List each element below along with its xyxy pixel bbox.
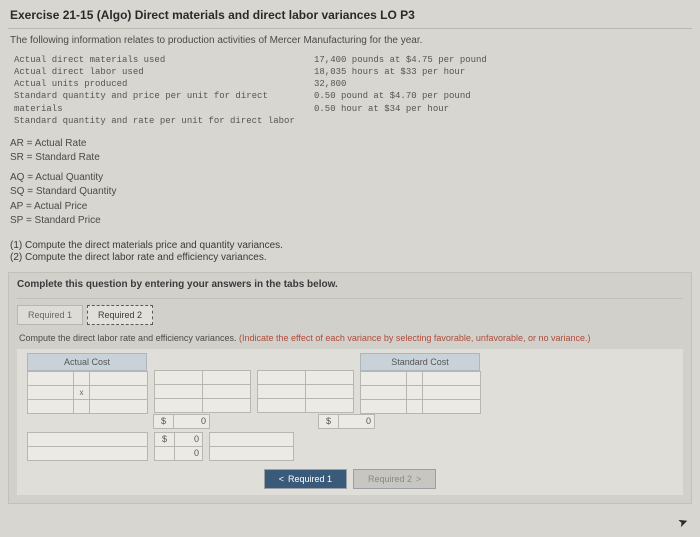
value-zero: 0 — [175, 446, 203, 460]
answer-panel: Complete this question by entering your … — [8, 272, 692, 504]
def-line: AR = Actual Rate — [10, 137, 690, 151]
value-zero: 0 — [175, 432, 203, 446]
def-line: SQ = Standard Quantity — [10, 185, 690, 199]
instruction-main: Compute the direct labor rate and effici… — [19, 333, 239, 343]
divider — [8, 28, 692, 29]
req-line: (2) Compute the direct labor rate and ef… — [10, 252, 690, 263]
mid-grid-2[interactable] — [257, 370, 354, 413]
def-line: AP = Actual Price — [10, 200, 690, 214]
tab-instruction: Compute the direct labor rate and effici… — [17, 329, 683, 349]
actual-cost-grid[interactable]: x — [27, 371, 148, 414]
dollar-sign: $ — [154, 414, 174, 428]
multiply-symbol: x — [74, 385, 90, 399]
data-label: Standard quantity and rate per unit for … — [14, 115, 314, 127]
variance-value-grid[interactable]: $0 0 — [154, 432, 203, 461]
def-line: SP = Standard Price — [10, 214, 690, 228]
standard-cost-grid[interactable] — [360, 371, 481, 414]
data-value: 0.50 pound at $4.70 per pound — [314, 90, 487, 102]
prev-label: Required 1 — [288, 474, 332, 484]
panel-heading: Complete this question by entering your … — [17, 279, 683, 299]
req-line: (1) Compute the direct materials price a… — [10, 240, 690, 251]
exercise-title: Exercise 21-15 (Algo) Direct materials a… — [0, 0, 700, 28]
data-value: 18,035 hours at $33 per hour — [314, 66, 487, 78]
worksheet: Actual Cost x — [17, 349, 683, 495]
def-line: AQ = Actual Quantity — [10, 171, 690, 185]
data-value: 17,400 pounds at $4.75 per pound — [314, 54, 487, 66]
requirements: (1) Compute the direct materials price a… — [0, 240, 700, 272]
data-label: Standard quantity and price per unit for… — [14, 90, 314, 114]
definitions: AR = Actual Rate SR = Standard Rate AQ =… — [0, 135, 700, 240]
total-row-1[interactable]: $0 — [153, 414, 210, 429]
next-label: Required 2 — [368, 474, 412, 484]
variance-label-grid[interactable] — [27, 432, 148, 461]
given-data: Actual direct materials used Actual dire… — [0, 54, 700, 135]
value-zero: 0 — [339, 414, 375, 428]
def-line: SR = Standard Rate — [10, 151, 690, 165]
intro-text: The following information relates to pro… — [0, 35, 700, 54]
cursor-icon: ➤ — [676, 514, 690, 531]
data-label: Actual direct labor used — [14, 66, 314, 78]
tab-required-2[interactable]: Required 2 — [87, 305, 153, 325]
next-button[interactable]: Required 2 > — [353, 469, 436, 489]
instruction-hint: (Indicate the effect of each variance by… — [239, 333, 591, 343]
prev-button[interactable]: < Required 1 — [264, 469, 347, 489]
tab-required-1[interactable]: Required 1 — [17, 305, 83, 325]
total-row-2[interactable]: $0 — [318, 414, 375, 429]
data-label: Actual direct materials used — [14, 54, 314, 66]
value-zero: 0 — [174, 414, 210, 428]
data-value: 32,800 — [314, 78, 487, 90]
tabs: Required 1 Required 2 — [17, 305, 683, 325]
header-standard-cost: Standard Cost — [360, 353, 480, 371]
nav-buttons: < Required 1 Required 2 > — [19, 461, 681, 491]
header-actual-cost: Actual Cost — [27, 353, 147, 371]
mid-grid-1[interactable] — [154, 370, 251, 413]
data-value: 0.50 hour at $34 per hour — [314, 103, 487, 115]
chevron-left-icon: < — [279, 474, 284, 484]
dollar-sign: $ — [319, 414, 339, 428]
variance-select-grid[interactable] — [209, 432, 294, 461]
dollar-sign: $ — [155, 432, 175, 446]
data-label: Actual units produced — [14, 78, 314, 90]
chevron-right-icon: > — [416, 474, 421, 484]
